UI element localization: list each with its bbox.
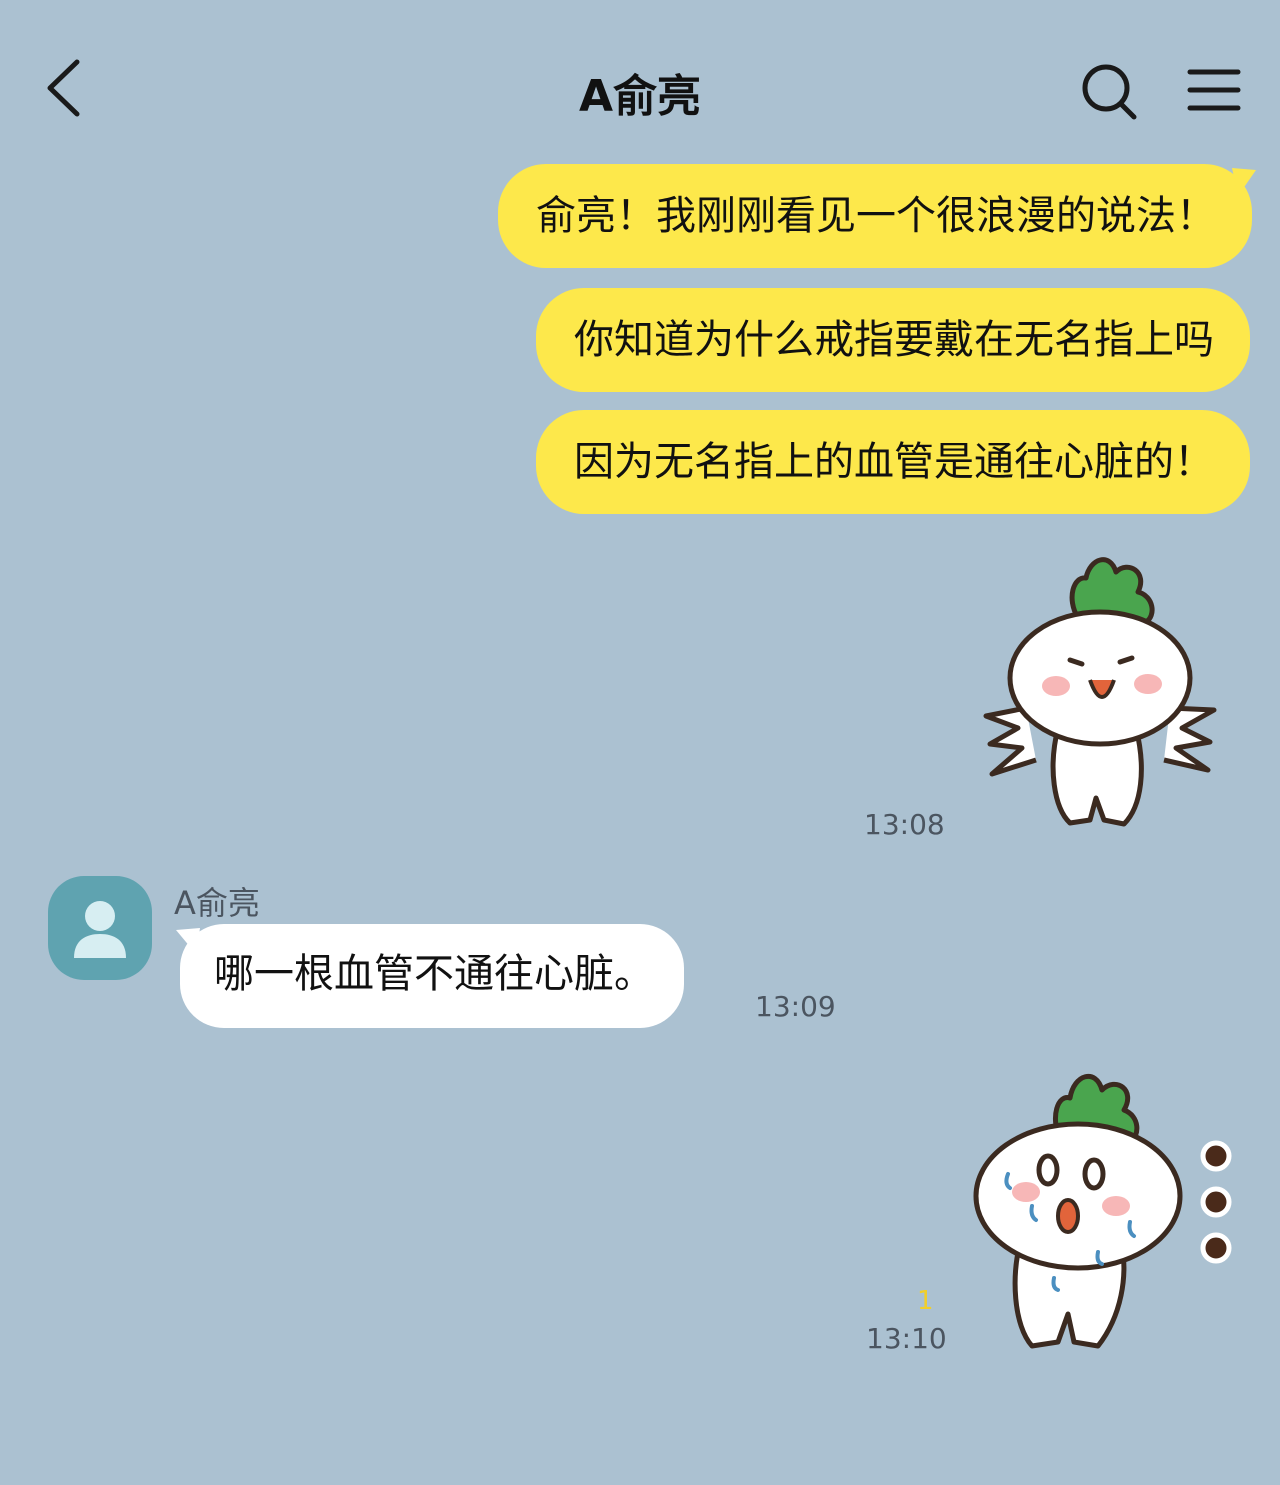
message-timestamp: 13:08 bbox=[864, 808, 945, 841]
their-message-bubble[interactable]: 哪一根血管不通往心脏。 bbox=[180, 924, 684, 1028]
person-icon bbox=[74, 901, 126, 958]
unread-count: 1 bbox=[917, 1286, 934, 1316]
chat-title: A俞亮 bbox=[578, 71, 702, 122]
chevron-left-icon bbox=[47, 59, 80, 117]
my-message-bubble[interactable]: 因为无名指上的血管是通往心脏的！ bbox=[536, 410, 1250, 514]
message-text: 你知道为什么戒指要戴在无名指上吗 bbox=[574, 317, 1214, 363]
avatar[interactable] bbox=[48, 876, 152, 980]
my-message-bubble[interactable]: 你知道为什么戒指要戴在无名指上吗 bbox=[536, 288, 1250, 392]
my-message-bubble[interactable]: 俞亮！我刚刚看见一个很浪漫的说法！ bbox=[498, 164, 1252, 268]
message-text: 俞亮！我刚刚看见一个很浪漫的说法！ bbox=[536, 193, 1216, 239]
radish-shocked-crying-sticker[interactable] bbox=[970, 1046, 1240, 1370]
search-icon bbox=[1082, 64, 1137, 120]
message-text: 哪一根血管不通往心脏。 bbox=[214, 951, 654, 997]
menu-button[interactable] bbox=[1180, 62, 1250, 122]
bubble-tail bbox=[1232, 168, 1256, 196]
sender-name: A俞亮 bbox=[174, 884, 260, 922]
message-timestamp: 13:10 bbox=[866, 1322, 947, 1355]
message-text: 因为无名指上的血管是通往心脏的！ bbox=[574, 439, 1214, 485]
search-button[interactable] bbox=[1074, 58, 1144, 128]
message-timestamp: 13:09 bbox=[755, 990, 836, 1023]
hamburger-menu-icon bbox=[1187, 69, 1241, 111]
radish-flapping-arms-sticker[interactable] bbox=[978, 538, 1228, 842]
back-button[interactable] bbox=[30, 50, 100, 130]
chat-header: A俞亮 bbox=[0, 0, 1280, 170]
bubble-tail bbox=[176, 928, 200, 954]
